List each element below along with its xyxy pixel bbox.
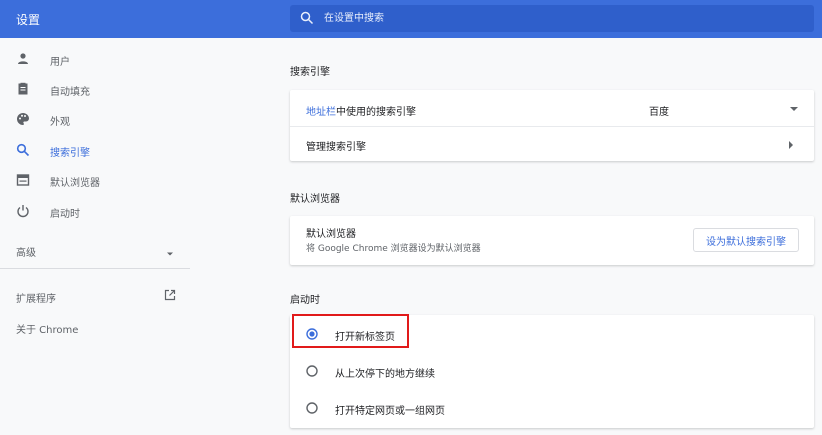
default-browser-section-title: 默认浏览器	[290, 194, 340, 205]
address-bar-text: 中使用的搜索引擎	[336, 107, 416, 118]
radio-selected-icon[interactable]	[306, 328, 318, 340]
search-icon	[16, 143, 30, 157]
startup-section-title: 启动时	[290, 295, 320, 306]
power-icon	[17, 205, 29, 218]
sidebar-item-on-startup[interactable]: 启动时	[0, 198, 190, 224]
sidebar-item-label: 默认浏览器	[50, 178, 100, 189]
radio-unselected-icon[interactable]	[306, 402, 318, 414]
sidebar-item-search-engine[interactable]: 搜索引擎	[0, 137, 190, 163]
browser-icon	[16, 174, 30, 186]
sidebar-divider	[0, 268, 190, 269]
startup-card: 打开新标签页 从上次停下的地方继续 打开特定网页或一组网页	[290, 315, 814, 428]
search-engine-section-title: 搜索引擎	[290, 67, 330, 78]
startup-option-label: 打开新标签页	[335, 332, 395, 343]
person-icon	[18, 53, 28, 64]
search-engine-card: 地址栏中使用的搜索引擎 百度 管理搜索引擎	[290, 90, 814, 161]
startup-option-specific-pages[interactable]: 打开特定网页或一组网页	[290, 392, 814, 424]
open-in-new-icon[interactable]	[164, 289, 176, 301]
default-browser-card: 默认浏览器 将 Google Chrome 浏览器设为默认浏览器 设为默认搜索引…	[290, 216, 814, 265]
startup-option-new-tab[interactable]: 打开新标签页	[290, 318, 814, 350]
sidebar-item-appearance[interactable]: 外观	[0, 106, 190, 132]
sidebar: 用户 自动填充 外观 搜索引擎 默认浏览器 启动时 高级 扩展程序 关于 Chr…	[0, 38, 190, 435]
page-title: 设置	[16, 13, 41, 27]
search-input[interactable]	[324, 10, 794, 26]
startup-option-continue[interactable]: 从上次停下的地方继续	[290, 355, 814, 387]
chevron-down-icon[interactable]	[165, 249, 175, 259]
startup-option-label: 从上次停下的地方继续	[335, 369, 435, 380]
search-engine-select-value: 百度	[649, 107, 669, 118]
default-browser-label: 默认浏览器	[306, 229, 356, 240]
manage-search-engines-row[interactable]: 管理搜索引擎	[290, 127, 814, 161]
sidebar-item-people[interactable]: 用户	[0, 46, 190, 72]
radio-unselected-icon[interactable]	[306, 365, 318, 377]
palette-icon	[17, 113, 29, 125]
default-browser-description: 将 Google Chrome 浏览器设为默认浏览器	[306, 244, 481, 254]
make-default-button[interactable]: 设为默认搜索引擎	[693, 228, 799, 252]
manage-search-engines-label: 管理搜索引擎	[306, 142, 366, 153]
search-icon	[300, 11, 314, 25]
sidebar-item-autofill[interactable]: 自动填充	[0, 76, 190, 102]
sidebar-extensions[interactable]: 扩展程序	[16, 290, 56, 305]
sidebar-item-label: 搜索引擎	[50, 148, 90, 159]
sidebar-item-default-browser[interactable]: 默认浏览器	[0, 167, 190, 193]
sidebar-item-label: 用户	[50, 57, 70, 68]
dropdown-arrow-icon	[790, 107, 798, 111]
search-box[interactable]	[290, 5, 814, 32]
address-bar-link[interactable]: 地址栏	[306, 107, 336, 118]
clipboard-icon	[18, 82, 28, 95]
chevron-right-icon	[789, 141, 793, 149]
startup-option-label: 打开特定网页或一组网页	[335, 406, 445, 417]
sidebar-item-label: 自动填充	[50, 87, 90, 98]
address-bar-row-label: 地址栏中使用的搜索引擎	[306, 103, 416, 118]
sidebar-advanced[interactable]: 高级	[16, 244, 36, 259]
sidebar-about-chrome[interactable]: 关于 Chrome	[16, 321, 78, 336]
sidebar-item-label: 外观	[50, 117, 70, 128]
search-engine-select[interactable]: 百度	[645, 100, 800, 118]
sidebar-item-label: 启动时	[50, 209, 80, 220]
top-bar: 设置	[0, 0, 822, 38]
